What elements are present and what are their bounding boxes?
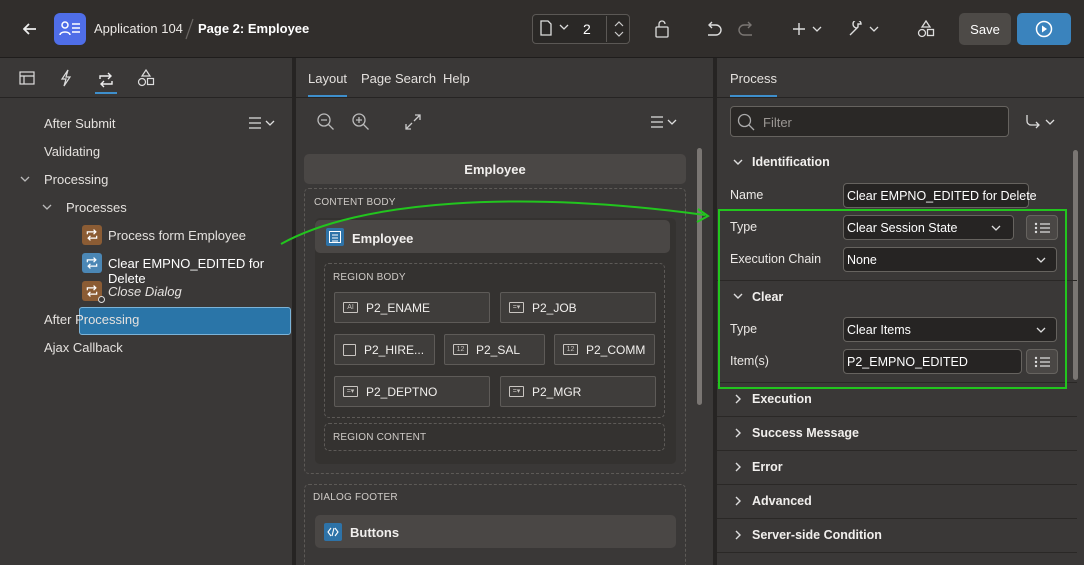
tree-item-after-submit[interactable]: After Submit: [44, 116, 116, 131]
dynamic-actions-tab-icon[interactable]: [58, 69, 74, 87]
lock-page-icon[interactable]: [652, 19, 672, 39]
section-divider: [717, 450, 1077, 451]
name-field[interactable]: Clear EMPNO_EDITED for Delete: [843, 183, 1037, 208]
property-tabs: Process: [717, 58, 1084, 98]
tree-item-close-dialog[interactable]: Close Dialog: [108, 284, 182, 299]
text-field-icon: AI: [343, 302, 358, 313]
page-icon: [540, 20, 552, 36]
select-list-icon: =▾: [509, 386, 524, 397]
undo-icon[interactable]: [703, 19, 723, 39]
utilities-wrench-icon[interactable]: [847, 19, 881, 39]
section-advanced[interactable]: Advanced: [752, 494, 812, 508]
select-list-icon: =▾: [509, 302, 524, 313]
tab-page-search[interactable]: Page Search: [361, 71, 436, 86]
section-server-side-condition[interactable]: Server-side Condition: [752, 528, 882, 542]
number-field-icon: 12: [563, 344, 578, 355]
page-item-mgr[interactable]: =▾ P2_MGR: [500, 376, 656, 407]
page-item-ename[interactable]: AI P2_ENAME: [334, 292, 490, 323]
save-button[interactable]: Save: [959, 13, 1011, 45]
shared-components-icon[interactable]: [916, 19, 936, 39]
chevron-right-icon[interactable]: [735, 394, 741, 404]
back-arrow-icon[interactable]: [20, 19, 40, 39]
run-page-button[interactable]: [1017, 13, 1071, 45]
number-field-icon: 12: [453, 344, 468, 355]
select-list-icon: =▾: [343, 386, 358, 397]
page-tree-pane: After Submit Validating Processing Proce…: [0, 58, 292, 565]
page-stepper[interactable]: [606, 16, 630, 42]
chevron-down-icon[interactable]: [42, 204, 52, 210]
app-icon[interactable]: [54, 13, 86, 45]
section-divider: [717, 416, 1077, 417]
page-item-hiredate[interactable]: P2_HIRE...: [334, 334, 435, 365]
filter-placeholder: Filter: [763, 115, 792, 130]
rendering-tab-icon[interactable]: [18, 70, 36, 86]
search-icon: [737, 113, 755, 131]
chevron-down-icon: [559, 24, 569, 30]
breadcrumb-page-name: Page 2: Employee: [198, 21, 310, 36]
property-scrollbar[interactable]: [1073, 150, 1078, 380]
layout-pane: Layout Page Search Help Employee CONTENT…: [296, 58, 714, 565]
region-content-label: REGION CONTENT: [333, 432, 427, 443]
highlight-box: [718, 209, 1067, 389]
zoom-out-icon[interactable]: [317, 113, 335, 131]
processing-tab-icon[interactable]: [95, 68, 117, 94]
breadcrumb-separator: [183, 17, 195, 41]
layout-scrollbar[interactable]: [697, 148, 702, 405]
name-label: Name: [730, 188, 764, 202]
page-number-value[interactable]: 2: [583, 21, 591, 37]
shared-components-tab-icon[interactable]: [137, 69, 155, 87]
app-header: Application 104 Page 2: Employee 2 Save: [0, 0, 1084, 58]
region-body-label: REGION BODY: [333, 272, 406, 283]
zoom-in-icon[interactable]: [352, 113, 370, 131]
tree-item-processing[interactable]: Processing: [44, 172, 108, 187]
chevron-down-icon[interactable]: [733, 159, 743, 165]
tree-menu-button[interactable]: [248, 115, 278, 131]
chevron-right-icon[interactable]: [735, 462, 741, 472]
static-content-icon: [324, 523, 342, 541]
layout-menu-button[interactable]: [650, 115, 680, 129]
tree-item-validating[interactable]: Validating: [44, 144, 100, 159]
expand-icon[interactable]: [404, 113, 422, 131]
tree-item-clear-empno-edited[interactable]: Clear EMPNO_EDITED for Delete: [108, 256, 292, 286]
calendar-icon: [343, 343, 356, 356]
play-icon: [1035, 20, 1053, 38]
process-icon: [82, 253, 102, 273]
form-region-icon: [326, 228, 344, 246]
go-to-group-button[interactable]: [1024, 112, 1058, 132]
section-success-message[interactable]: Success Message: [752, 426, 859, 440]
section-divider: [717, 518, 1077, 519]
chevron-right-icon[interactable]: [735, 428, 741, 438]
chevron-right-icon[interactable]: [735, 530, 741, 540]
process-icon: [82, 225, 102, 245]
page-item-deptno[interactable]: =▾ P2_DEPTNO: [334, 376, 490, 407]
section-error[interactable]: Error: [752, 460, 783, 474]
tab-process[interactable]: Process: [730, 71, 777, 97]
redo-icon[interactable]: [737, 19, 757, 39]
section-identification[interactable]: Identification: [752, 155, 830, 169]
breadcrumb-app-name[interactable]: Application 104: [94, 21, 183, 36]
section-divider: [717, 552, 1077, 553]
tab-layout[interactable]: Layout: [308, 71, 348, 97]
buttons-region-title: Buttons: [350, 525, 400, 540]
dialog-footer-label: DIALOG FOOTER: [313, 492, 398, 503]
dialog-title[interactable]: Employee: [304, 154, 686, 184]
region-title: Employee: [352, 231, 414, 246]
tree-item-after-processing[interactable]: After Processing: [44, 312, 139, 327]
page-item-job[interactable]: =▾ P2_JOB: [500, 292, 656, 323]
chevron-down-icon[interactable]: [20, 176, 30, 182]
tree-item-processes[interactable]: Processes: [66, 200, 127, 215]
content-body-label: CONTENT BODY: [314, 197, 396, 208]
create-menu-button[interactable]: [792, 19, 826, 39]
tree-tabs: [0, 58, 292, 98]
tab-help[interactable]: Help: [443, 71, 470, 86]
layout-tabs: Layout Page Search Help: [296, 58, 714, 98]
chevron-right-icon[interactable]: [735, 496, 741, 506]
section-execution[interactable]: Execution: [752, 392, 812, 406]
page-item-comm[interactable]: 12 P2_COMM: [554, 334, 655, 365]
page-item-sal[interactable]: 12 P2_SAL: [444, 334, 545, 365]
tree-item-process-form-employee[interactable]: Process form Employee: [108, 228, 246, 243]
condition-indicator-icon: [98, 296, 105, 303]
section-divider: [717, 484, 1077, 485]
tree-item-ajax-callback[interactable]: Ajax Callback: [44, 340, 123, 355]
